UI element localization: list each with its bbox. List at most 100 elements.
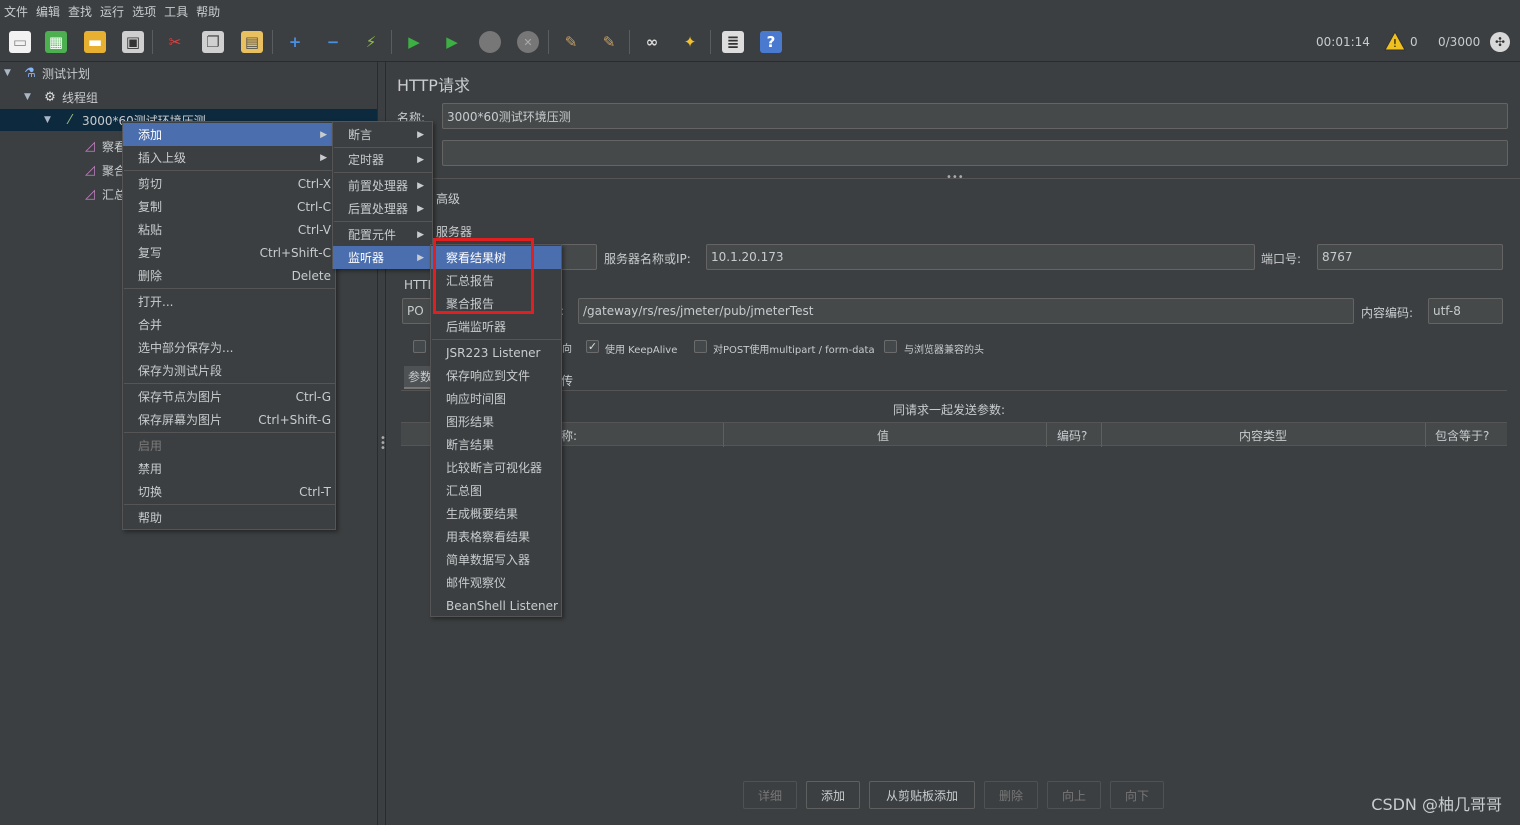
collapse-icon[interactable]: − xyxy=(322,31,344,53)
menu-item-delete[interactable]: 删除 Delete xyxy=(123,264,335,287)
tab-advanced[interactable]: 高级 xyxy=(436,190,460,207)
listener-backend[interactable]: 后端监听器 xyxy=(431,315,561,338)
submenu-item-timers[interactable]: 定时器 ▶ xyxy=(333,148,432,171)
menu-item-open[interactable]: 打开... xyxy=(123,290,335,313)
shutdown-icon[interactable]: ✕ xyxy=(517,31,539,53)
listener-view-results-table[interactable]: 用表格察看结果 xyxy=(431,525,561,548)
listener-aggregate-graph[interactable]: 汇总图 xyxy=(431,479,561,502)
menu-item-enable: 启用 xyxy=(138,439,163,453)
submenu-item-post-processors[interactable]: 后置处理器 ▶ xyxy=(333,197,432,220)
up-button[interactable]: 向上 xyxy=(1047,781,1101,809)
expand-arrow-icon[interactable]: ▼ xyxy=(24,92,36,102)
search-icon[interactable]: ∞ xyxy=(641,31,663,53)
add-button[interactable]: 添加 xyxy=(806,781,860,809)
tree-item-thread-group[interactable]: ▼ ⚙ 线程组 xyxy=(24,86,98,108)
detail-button[interactable]: 详细 xyxy=(743,781,797,809)
browser-headers-checkbox[interactable] xyxy=(884,340,897,353)
chart-icon: ◿ xyxy=(85,138,95,154)
stop-icon[interactable] xyxy=(479,31,501,53)
warning-icon[interactable]: ! xyxy=(1384,30,1406,54)
menu-item-disable[interactable]: 禁用 xyxy=(123,457,335,480)
cut-icon[interactable]: ✂ xyxy=(164,31,186,53)
tree-item-listener[interactable]: ◿ 察看 xyxy=(82,135,126,157)
open-icon[interactable]: ▬ xyxy=(84,31,106,53)
path-field[interactable]: /gateway/rs/res/jmeter/pub/jmeterTest xyxy=(578,298,1354,324)
port-field[interactable]: 8767 xyxy=(1317,244,1503,270)
listener-beanshell[interactable]: BeanShell Listener xyxy=(431,594,561,617)
warning-count: 0 xyxy=(1410,35,1418,49)
tree-item-listener[interactable]: ◿ 汇总 xyxy=(82,183,126,205)
submenu-item-listeners[interactable]: 监听器 ▶ xyxy=(333,246,432,269)
tree-item-listener[interactable]: ◿ 聚合 xyxy=(82,159,126,181)
menu-item-duplicate[interactable]: 复写 Ctrl+Shift-C xyxy=(123,241,335,264)
listener-generate-summary[interactable]: 生成概要结果 xyxy=(431,502,561,525)
menubar: 文件 编辑 查找 运行 选项 工具 帮助 xyxy=(0,0,1520,22)
submenu-item-assertions[interactable]: 断言 ▶ xyxy=(333,123,432,146)
tab-files-upload[interactable]: 传 xyxy=(561,372,573,389)
copy-icon[interactable]: ❐ xyxy=(202,31,224,53)
down-button[interactable]: 向下 xyxy=(1110,781,1164,809)
help-icon[interactable]: ? xyxy=(760,31,782,53)
menu-item-paste[interactable]: 粘贴 Ctrl-V xyxy=(123,218,335,241)
save-icon[interactable]: ▣ xyxy=(122,31,144,53)
listener-jsr223[interactable]: JSR223 Listener xyxy=(431,341,561,364)
menu-item-save-selection-as[interactable]: 选中部分保存为... xyxy=(123,336,335,359)
templates-icon[interactable]: ▦ xyxy=(45,31,67,53)
menu-run[interactable]: 运行 xyxy=(100,3,124,20)
submenu-item-pre-processors[interactable]: 前置处理器 ▶ xyxy=(333,174,432,197)
col-name[interactable]: 称: xyxy=(561,427,577,444)
expand-icon[interactable]: + xyxy=(284,31,306,53)
menu-item-save-as-test-fragment[interactable]: 保存为测试片段 xyxy=(123,359,335,382)
menu-item-add[interactable]: 添加 ▶ xyxy=(123,123,335,146)
menu-edit[interactable]: 编辑 xyxy=(36,3,60,20)
menu-item-insert-parent[interactable]: 插入上级 ▶ xyxy=(123,146,335,169)
menu-item-copy[interactable]: 复制 Ctrl-C xyxy=(123,195,335,218)
start-icon[interactable]: ▶ xyxy=(403,31,425,53)
listener-compare-assertion[interactable]: 比较断言可视化器 xyxy=(431,456,561,479)
start-no-pauses-icon[interactable]: ▶ xyxy=(441,31,463,53)
col-content-type[interactable]: 内容类型 xyxy=(1239,427,1287,444)
server-ip-field[interactable]: 10.1.20.173 xyxy=(706,244,1255,270)
collapse-handle-icon[interactable]: ••• xyxy=(946,172,964,183)
clear-icon[interactable]: ✎ xyxy=(560,31,582,53)
menu-item-cut[interactable]: 剪切 Ctrl-X xyxy=(123,172,335,195)
auto-redirect-checkbox[interactable] xyxy=(413,340,426,353)
reset-search-icon[interactable]: ✦ xyxy=(679,31,701,53)
listener-graph-results[interactable]: 图形结果 xyxy=(431,410,561,433)
toggle-icon[interactable]: ⚡ xyxy=(360,31,382,53)
col-include-equals[interactable]: 包含等于? xyxy=(1435,427,1489,444)
menu-item-toggle[interactable]: 切换 Ctrl-T xyxy=(123,480,335,503)
paste-icon[interactable]: ▤ xyxy=(241,31,263,53)
add-from-clipboard-button[interactable]: 从剪贴板添加 xyxy=(869,781,975,809)
menu-item-merge[interactable]: 合并 xyxy=(123,313,335,336)
tree-item-test-plan[interactable]: ▼ ⚗ 测试计划 xyxy=(4,62,90,84)
col-value[interactable]: 值 xyxy=(877,427,889,444)
delete-button[interactable]: 删除 xyxy=(984,781,1038,809)
listener-assertion-results[interactable]: 断言结果 xyxy=(431,433,561,456)
menu-item-save-node-image[interactable]: 保存节点为图片 Ctrl-G xyxy=(123,385,335,408)
listener-simple-data-writer[interactable]: 简单数据写入器 xyxy=(431,548,561,571)
remote-icon[interactable]: ✣ xyxy=(1490,32,1510,52)
comments-field[interactable] xyxy=(442,140,1508,166)
encoding-field[interactable]: utf-8 xyxy=(1428,298,1503,324)
expand-arrow-icon[interactable]: ▼ xyxy=(44,115,56,125)
function-helper-icon[interactable]: ≣ xyxy=(722,31,744,53)
multipart-checkbox[interactable] xyxy=(694,340,707,353)
submenu-item-config-elements[interactable]: 配置元件 ▶ xyxy=(333,223,432,246)
menu-item-help[interactable]: 帮助 xyxy=(123,506,335,529)
menu-help[interactable]: 帮助 xyxy=(196,3,220,20)
listener-mailer[interactable]: 邮件观察仪 xyxy=(431,571,561,594)
menu-tools[interactable]: 工具 xyxy=(164,3,188,20)
keepalive-checkbox[interactable]: ✓ xyxy=(586,340,599,353)
expand-arrow-icon[interactable]: ▼ xyxy=(4,68,16,78)
col-encode[interactable]: 编码? xyxy=(1057,427,1087,444)
menu-item-save-screen-image[interactable]: 保存屏幕为图片 Ctrl+Shift-G xyxy=(123,408,335,431)
menu-file[interactable]: 文件 xyxy=(4,3,28,20)
menu-search[interactable]: 查找 xyxy=(68,3,92,20)
new-icon[interactable]: ▭ xyxy=(9,31,31,53)
listener-response-time-graph[interactable]: 响应时间图 xyxy=(431,387,561,410)
menu-options[interactable]: 选项 xyxy=(132,3,156,20)
clear-all-icon[interactable]: ✎ xyxy=(598,31,620,53)
listener-save-responses[interactable]: 保存响应到文件 xyxy=(431,364,561,387)
name-field[interactable]: 3000*60测试环境压测 xyxy=(442,103,1508,129)
